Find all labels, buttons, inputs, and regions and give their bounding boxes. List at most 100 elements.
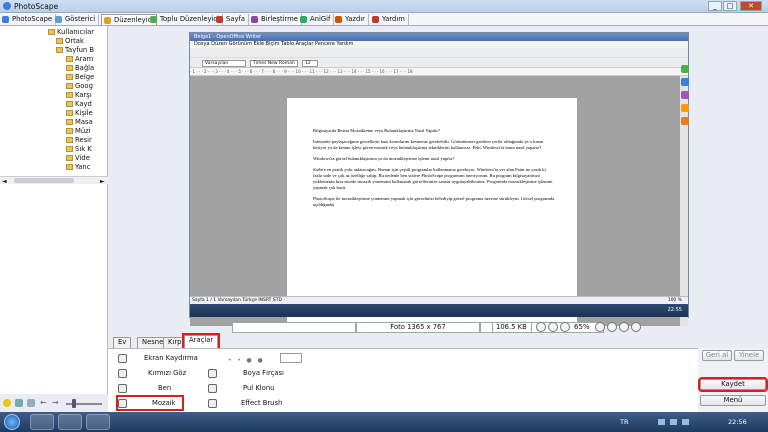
tree-node[interactable]: Kullanıcılar bbox=[48, 28, 94, 36]
info-icon[interactable] bbox=[631, 322, 641, 332]
writer-size-combo: 12 bbox=[302, 60, 318, 67]
folder-icon bbox=[66, 128, 73, 134]
clock-app-icon bbox=[681, 117, 689, 125]
tree-node[interactable]: Kayd bbox=[66, 100, 92, 108]
mosaic-tool[interactable]: Mozaik bbox=[116, 395, 184, 411]
taskbar-app-explorer[interactable] bbox=[58, 414, 82, 430]
tree-node[interactable]: Müzi bbox=[66, 127, 91, 135]
mole-tool[interactable]: Ben bbox=[118, 382, 208, 394]
tab-combine[interactable]: Birleştirme bbox=[249, 14, 302, 25]
clone-stamp-tool[interactable]: Pul Klonu bbox=[208, 382, 308, 394]
scroll-tool[interactable]: Ekran Kaydırma bbox=[118, 352, 208, 364]
folder-icon bbox=[66, 92, 73, 98]
tab-batch-editor[interactable]: Toplu Düzenleyici bbox=[148, 14, 224, 25]
folder-open-icon[interactable] bbox=[27, 399, 35, 407]
print-icon bbox=[335, 16, 342, 23]
tree-node[interactable]: Karşı bbox=[66, 91, 92, 99]
zoom-out-icon[interactable] bbox=[607, 322, 617, 332]
action-buttons: Geri al Yinele Kaydet Menü bbox=[698, 348, 768, 412]
menu-button[interactable]: Menü bbox=[700, 395, 766, 406]
scroll-thumb[interactable] bbox=[14, 178, 74, 183]
writer-taskbar: 22:55 bbox=[190, 304, 688, 317]
tab-tools[interactable]: Araçlar bbox=[181, 333, 221, 350]
file-size: 106.5 KB bbox=[492, 322, 532, 333]
tree-node[interactable]: Ortak bbox=[56, 37, 84, 45]
fullscreen-icon[interactable] bbox=[560, 322, 570, 332]
red-eye-tool[interactable]: Kırmızı Göz bbox=[118, 367, 208, 379]
effect-brush-tool[interactable]: Effect Brush bbox=[208, 397, 308, 409]
taskbar-app-photoscape[interactable] bbox=[86, 414, 110, 430]
minimize-button[interactable]: _ bbox=[708, 1, 722, 11]
tree-node[interactable]: Vide bbox=[66, 154, 90, 162]
tree-node[interactable]: Masa bbox=[66, 118, 93, 126]
tree-node[interactable]: Aram bbox=[66, 55, 93, 63]
save-button[interactable]: Kaydet bbox=[698, 377, 768, 392]
system-tray: TR 22:56 bbox=[618, 412, 768, 432]
undo-button[interactable]: Geri al bbox=[702, 350, 732, 361]
folder-icon bbox=[66, 110, 73, 116]
app-title: PhotoScape bbox=[14, 2, 59, 11]
thumbnail-pane[interactable] bbox=[0, 184, 108, 394]
tree-node[interactable]: Tayfun B bbox=[56, 46, 94, 54]
folder-icon bbox=[48, 29, 55, 35]
zoom-level: 65% bbox=[574, 323, 590, 331]
compare-icon[interactable] bbox=[536, 322, 546, 332]
start-button[interactable] bbox=[4, 414, 20, 430]
tree-horizontal-scrollbar[interactable]: ◄ ► bbox=[0, 176, 108, 185]
brush-size-dots[interactable]: • • ● ● bbox=[228, 357, 263, 364]
tab-print[interactable]: Yazdır bbox=[333, 14, 369, 25]
tab-photoscape[interactable]: PhotoScape bbox=[0, 14, 57, 25]
photo-info-bar: Foto 1365 x 767 106.5 KB 65% bbox=[232, 322, 768, 334]
tab-help[interactable]: Yardım bbox=[370, 14, 409, 25]
app-logo-icon bbox=[3, 2, 11, 10]
dot-icon bbox=[118, 384, 127, 393]
tree-node[interactable]: Resir bbox=[66, 136, 92, 144]
forward-arrow-icon[interactable]: → bbox=[52, 398, 59, 407]
color-picker[interactable] bbox=[280, 353, 302, 363]
taskbar-app-browser[interactable] bbox=[30, 414, 54, 430]
tab-page[interactable]: Sayfa bbox=[214, 14, 250, 25]
redo-button[interactable]: Yinele bbox=[734, 350, 764, 361]
tree-node[interactable]: Kişile bbox=[66, 109, 93, 117]
editor-tabs: Ev Nesne Kırp Araçlar bbox=[113, 333, 343, 350]
volume-icon[interactable] bbox=[670, 419, 677, 425]
tab-crop[interactable]: Kırp bbox=[163, 337, 187, 348]
effect-brush-icon bbox=[208, 399, 217, 408]
language-indicator[interactable]: TR bbox=[620, 418, 629, 426]
fit-icon[interactable] bbox=[548, 322, 558, 332]
folder-icon bbox=[66, 119, 73, 125]
photo-writer-screenshot: Belge1 - OpenOffice Writer Dosya Düzen G… bbox=[189, 32, 689, 326]
folder-tree[interactable]: Kullanıcılar Ortak Tayfun B Aram Bağla B… bbox=[0, 26, 108, 176]
hand-icon bbox=[118, 354, 127, 363]
close-button[interactable]: ✕ bbox=[740, 1, 762, 11]
photoscape-icon bbox=[2, 16, 9, 23]
writer-standard-toolbar bbox=[190, 48, 688, 58]
maximize-button[interactable]: □ bbox=[723, 1, 737, 11]
settings-icon[interactable] bbox=[15, 399, 23, 407]
writer-canvas: Bilgisayarda Resim Mozaikleme veya Bulan… bbox=[190, 76, 680, 326]
tab-home[interactable]: Ev bbox=[113, 337, 132, 348]
flag-icon[interactable] bbox=[682, 419, 689, 425]
back-arrow-icon[interactable]: ← bbox=[40, 398, 47, 407]
photo-side-icons bbox=[678, 60, 692, 150]
purple-app-icon bbox=[681, 91, 689, 99]
editor-icon bbox=[104, 17, 111, 24]
zoom-in-icon[interactable] bbox=[595, 322, 605, 332]
star-icon[interactable] bbox=[3, 399, 11, 407]
paint-brush-tool[interactable]: Boya Fırçası bbox=[208, 367, 308, 379]
tree-node[interactable]: Yanc bbox=[66, 163, 90, 171]
network-icon[interactable] bbox=[658, 419, 665, 425]
tree-node[interactable]: Bağla bbox=[66, 64, 94, 72]
writer-status: Sayfa 1 / 1 Varsayılan Türkçe INSRT STD … bbox=[190, 296, 688, 304]
slider-handle[interactable] bbox=[72, 399, 76, 408]
info-spacer bbox=[232, 322, 356, 333]
writer-title: Belge1 - OpenOffice Writer bbox=[190, 33, 688, 41]
tab-viewer[interactable]: Gösterici bbox=[53, 14, 100, 25]
tools-panel: Ekran Kaydırma • • ● ● Kırmızı Göz Ben M… bbox=[108, 348, 698, 412]
tab-anigif[interactable]: AniGif bbox=[298, 14, 335, 25]
tree-node[interactable]: Sık K bbox=[66, 145, 92, 153]
tree-node[interactable]: Goog bbox=[66, 82, 93, 90]
tree-node[interactable]: Belge bbox=[66, 73, 94, 81]
zoom-actual-icon[interactable] bbox=[619, 322, 629, 332]
folder-icon bbox=[66, 101, 73, 107]
